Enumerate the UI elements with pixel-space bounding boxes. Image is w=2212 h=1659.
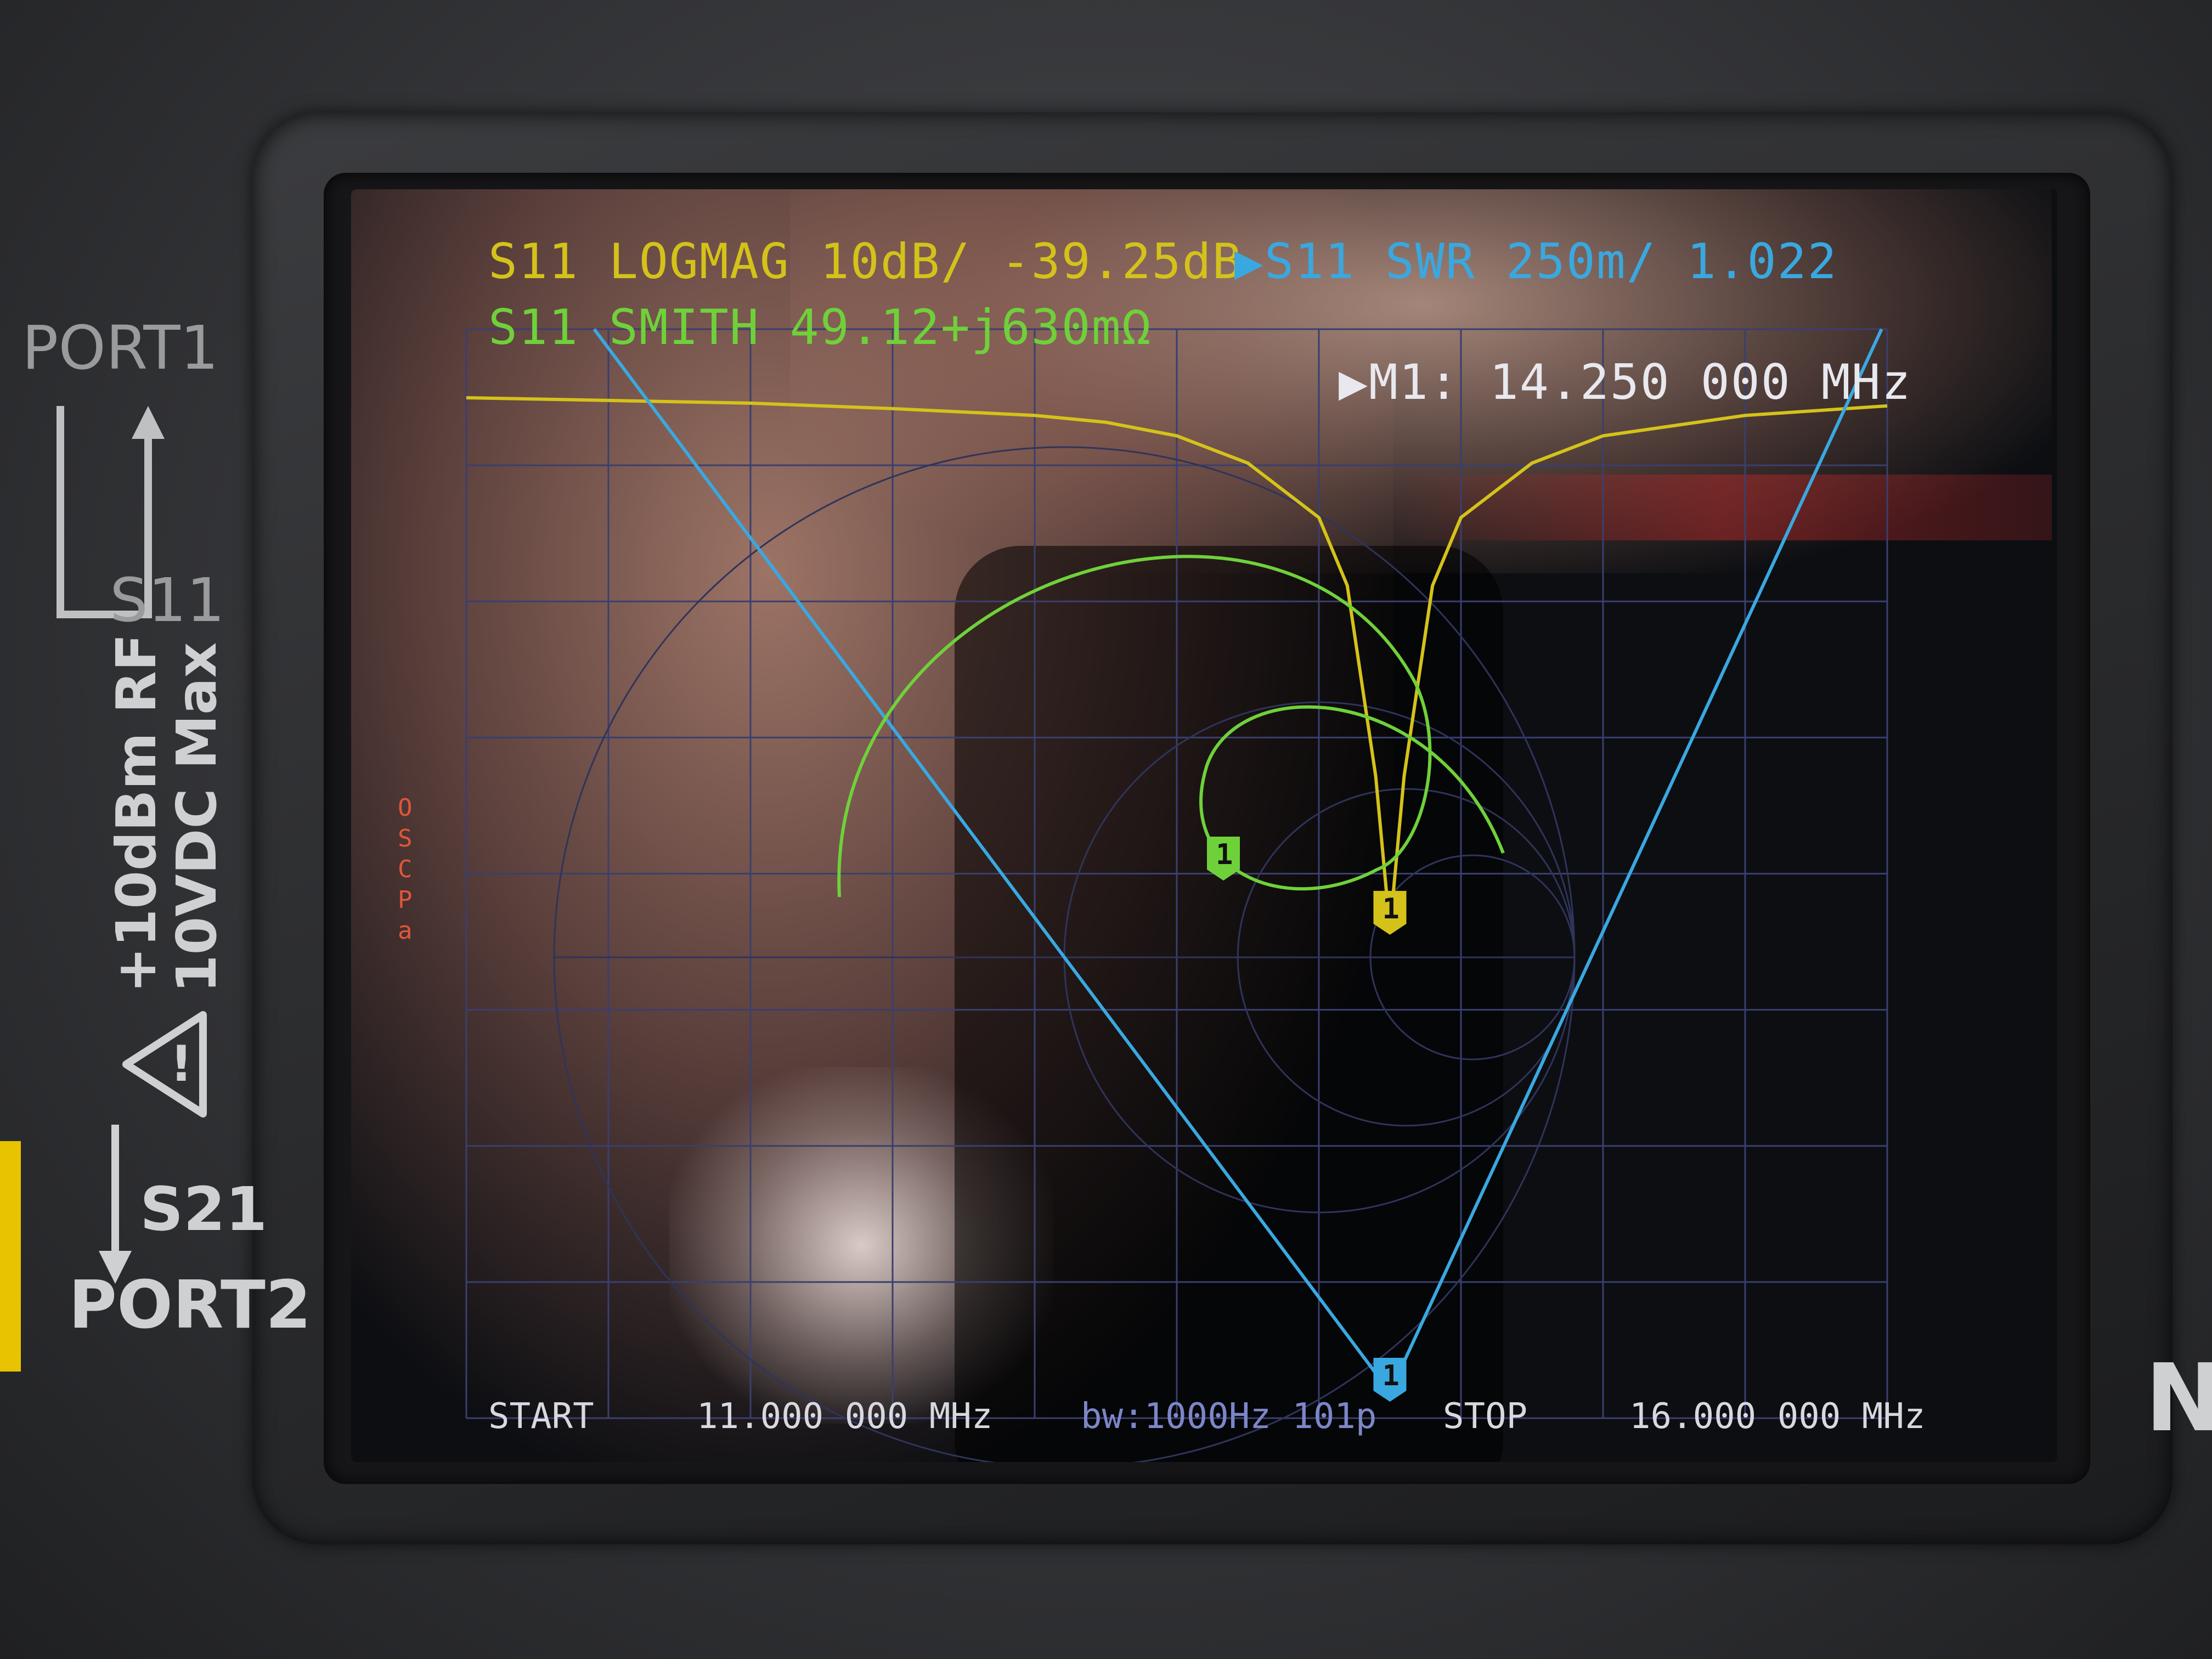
swr-marker-label: 1 [1383,1359,1400,1392]
start-label[interactable]: START [488,1396,594,1437]
s21-port-label: S21 [140,1174,268,1244]
s11-port-label: S11 [110,565,225,635]
logmag-trace-readout[interactable]: S11 LOGMAG 10dB/ -39.25dB [488,233,1243,290]
stop-label[interactable]: STOP [1443,1396,1527,1437]
side-status: OSCPa [398,794,413,945]
swr-trace-readout[interactable]: ▶S11 SWR 250m/ 1.022 [1234,233,1838,290]
stop-frequency[interactable]: 16.000 000 MHz [1629,1396,1925,1437]
brand-logo-fragment: N [2145,1344,2212,1453]
smith-trace [837,555,1505,898]
marker-layer: 1 1 1 [1207,837,1407,1402]
warning-triangle-icon: ! [122,1011,207,1118]
nanovna-device: PORT1 S11 +10dBm RF 10VDC Max ! S21 PORT… [0,0,2212,1659]
smith-trace-readout[interactable]: S11 SMITH 49.12+j630mΩ [488,299,1152,356]
logmag-marker: 1 [1373,890,1407,935]
marker-readout[interactable]: ▶M1: 14.250 000 MHz [1339,354,1912,410]
swr-marker: 1 [1373,1358,1407,1402]
plot-grid [465,328,1888,1419]
svg-text:!: ! [170,1035,193,1093]
bandwidth-points[interactable]: bw:1000Hz 101p [1081,1396,1376,1437]
start-frequency[interactable]: 11.000 000 MHz [697,1396,992,1437]
rf-warning-line2: 10VDC Max [165,642,229,993]
side-sticker [0,1141,21,1372]
port1-label: PORT1 [22,313,219,383]
port2-label: PORT2 [69,1267,312,1344]
rf-warning-line1: +10dBm RF [104,633,168,993]
vna-lcd-screen[interactable]: 1 1 1 S11 LOGMAG 10dB/ -39.25dB ▶S11 SWR 2… [351,189,2057,1462]
smith-marker-label: 1 [1216,838,1233,871]
logmag-marker-label: 1 [1383,893,1400,926]
